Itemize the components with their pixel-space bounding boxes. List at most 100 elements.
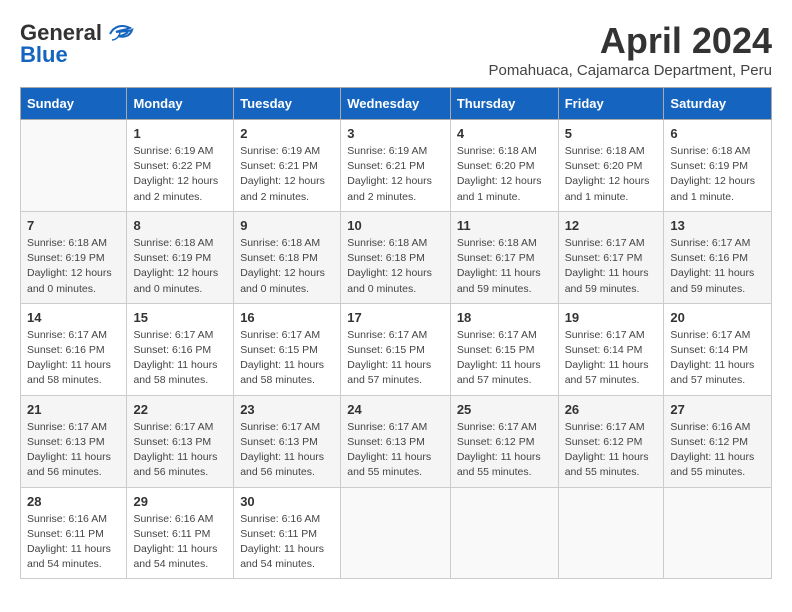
calendar-cell: 14 Sunrise: 6:17 AMSunset: 6:16 PMDaylig… [21,303,127,395]
day-number: 15 [133,310,227,325]
day-info: Sunrise: 6:17 AMSunset: 6:16 PMDaylight:… [27,328,120,389]
calendar-cell [558,487,664,579]
day-info: Sunrise: 6:17 AMSunset: 6:13 PMDaylight:… [27,420,120,481]
logo-bird-icon [106,22,134,44]
calendar-week-3: 14 Sunrise: 6:17 AMSunset: 6:16 PMDaylig… [21,303,772,395]
day-number: 8 [133,218,227,233]
day-number: 16 [240,310,334,325]
calendar-cell: 21 Sunrise: 6:17 AMSunset: 6:13 PMDaylig… [21,395,127,487]
calendar-cell: 3 Sunrise: 6:19 AMSunset: 6:21 PMDayligh… [341,120,451,212]
day-info: Sunrise: 6:17 AMSunset: 6:16 PMDaylight:… [670,236,765,297]
day-info: Sunrise: 6:16 AMSunset: 6:12 PMDaylight:… [670,420,765,481]
calendar-header: SundayMondayTuesdayWednesdayThursdayFrid… [21,88,772,120]
day-number: 22 [133,402,227,417]
day-info: Sunrise: 6:17 AMSunset: 6:16 PMDaylight:… [133,328,227,389]
calendar-cell: 20 Sunrise: 6:17 AMSunset: 6:14 PMDaylig… [664,303,772,395]
day-info: Sunrise: 6:17 AMSunset: 6:12 PMDaylight:… [457,420,552,481]
day-number: 28 [27,494,120,509]
calendar-cell: 17 Sunrise: 6:17 AMSunset: 6:15 PMDaylig… [341,303,451,395]
day-number: 3 [347,126,444,141]
day-info: Sunrise: 6:19 AMSunset: 6:21 PMDaylight:… [240,144,334,205]
day-number: 5 [565,126,658,141]
calendar-cell: 5 Sunrise: 6:18 AMSunset: 6:20 PMDayligh… [558,120,664,212]
calendar-week-4: 21 Sunrise: 6:17 AMSunset: 6:13 PMDaylig… [21,395,772,487]
day-number: 10 [347,218,444,233]
calendar-cell: 15 Sunrise: 6:17 AMSunset: 6:16 PMDaylig… [127,303,234,395]
day-number: 14 [27,310,120,325]
calendar-cell: 19 Sunrise: 6:17 AMSunset: 6:14 PMDaylig… [558,303,664,395]
calendar-cell: 12 Sunrise: 6:17 AMSunset: 6:17 PMDaylig… [558,211,664,303]
day-info: Sunrise: 6:18 AMSunset: 6:19 PMDaylight:… [133,236,227,297]
month-title: April 2024 [489,20,772,62]
day-number: 27 [670,402,765,417]
calendar-cell [21,120,127,212]
location-text: Pomahuaca, Cajamarca Department, Peru [489,62,772,79]
day-number: 26 [565,402,658,417]
day-info: Sunrise: 6:17 AMSunset: 6:14 PMDaylight:… [670,328,765,389]
day-number: 11 [457,218,552,233]
day-info: Sunrise: 6:17 AMSunset: 6:12 PMDaylight:… [565,420,658,481]
day-info: Sunrise: 6:18 AMSunset: 6:19 PMDaylight:… [670,144,765,205]
calendar-table: SundayMondayTuesdayWednesdayThursdayFrid… [20,87,772,579]
weekday-header-saturday: Saturday [664,88,772,120]
calendar-cell: 13 Sunrise: 6:17 AMSunset: 6:16 PMDaylig… [664,211,772,303]
calendar-cell: 16 Sunrise: 6:17 AMSunset: 6:15 PMDaylig… [234,303,341,395]
calendar-cell: 1 Sunrise: 6:19 AMSunset: 6:22 PMDayligh… [127,120,234,212]
calendar-cell: 28 Sunrise: 6:16 AMSunset: 6:11 PMDaylig… [21,487,127,579]
day-info: Sunrise: 6:17 AMSunset: 6:13 PMDaylight:… [240,420,334,481]
day-info: Sunrise: 6:17 AMSunset: 6:13 PMDaylight:… [347,420,444,481]
day-number: 24 [347,402,444,417]
day-number: 19 [565,310,658,325]
day-number: 25 [457,402,552,417]
page-header: General Blue April 2024 Pomahuaca, Cajam… [20,20,772,79]
weekday-header-monday: Monday [127,88,234,120]
calendar-cell: 18 Sunrise: 6:17 AMSunset: 6:15 PMDaylig… [450,303,558,395]
day-number: 2 [240,126,334,141]
day-number: 30 [240,494,334,509]
day-info: Sunrise: 6:16 AMSunset: 6:11 PMDaylight:… [240,512,334,573]
day-info: Sunrise: 6:18 AMSunset: 6:18 PMDaylight:… [347,236,444,297]
weekday-header-wednesday: Wednesday [341,88,451,120]
day-info: Sunrise: 6:16 AMSunset: 6:11 PMDaylight:… [27,512,120,573]
day-number: 4 [457,126,552,141]
day-info: Sunrise: 6:17 AMSunset: 6:17 PMDaylight:… [565,236,658,297]
calendar-cell [341,487,451,579]
day-info: Sunrise: 6:17 AMSunset: 6:15 PMDaylight:… [347,328,444,389]
day-number: 20 [670,310,765,325]
day-info: Sunrise: 6:18 AMSunset: 6:18 PMDaylight:… [240,236,334,297]
day-info: Sunrise: 6:18 AMSunset: 6:20 PMDaylight:… [565,144,658,205]
calendar-cell: 2 Sunrise: 6:19 AMSunset: 6:21 PMDayligh… [234,120,341,212]
logo-blue-text: Blue [20,42,68,68]
calendar-cell: 22 Sunrise: 6:17 AMSunset: 6:13 PMDaylig… [127,395,234,487]
day-info: Sunrise: 6:17 AMSunset: 6:13 PMDaylight:… [133,420,227,481]
calendar-cell: 25 Sunrise: 6:17 AMSunset: 6:12 PMDaylig… [450,395,558,487]
day-number: 6 [670,126,765,141]
calendar-week-2: 7 Sunrise: 6:18 AMSunset: 6:19 PMDayligh… [21,211,772,303]
day-number: 23 [240,402,334,417]
logo: General Blue [20,20,134,68]
title-area: April 2024 Pomahuaca, Cajamarca Departme… [489,20,772,79]
weekday-header-tuesday: Tuesday [234,88,341,120]
day-info: Sunrise: 6:19 AMSunset: 6:21 PMDaylight:… [347,144,444,205]
calendar-cell: 4 Sunrise: 6:18 AMSunset: 6:20 PMDayligh… [450,120,558,212]
day-number: 9 [240,218,334,233]
calendar-cell: 24 Sunrise: 6:17 AMSunset: 6:13 PMDaylig… [341,395,451,487]
weekday-header-sunday: Sunday [21,88,127,120]
calendar-cell: 27 Sunrise: 6:16 AMSunset: 6:12 PMDaylig… [664,395,772,487]
day-info: Sunrise: 6:17 AMSunset: 6:15 PMDaylight:… [457,328,552,389]
calendar-cell: 7 Sunrise: 6:18 AMSunset: 6:19 PMDayligh… [21,211,127,303]
day-info: Sunrise: 6:17 AMSunset: 6:14 PMDaylight:… [565,328,658,389]
calendar-cell: 6 Sunrise: 6:18 AMSunset: 6:19 PMDayligh… [664,120,772,212]
day-number: 21 [27,402,120,417]
day-info: Sunrise: 6:18 AMSunset: 6:17 PMDaylight:… [457,236,552,297]
day-info: Sunrise: 6:19 AMSunset: 6:22 PMDaylight:… [133,144,227,205]
day-info: Sunrise: 6:16 AMSunset: 6:11 PMDaylight:… [133,512,227,573]
calendar-cell: 10 Sunrise: 6:18 AMSunset: 6:18 PMDaylig… [341,211,451,303]
calendar-cell: 23 Sunrise: 6:17 AMSunset: 6:13 PMDaylig… [234,395,341,487]
calendar-cell: 29 Sunrise: 6:16 AMSunset: 6:11 PMDaylig… [127,487,234,579]
calendar-week-5: 28 Sunrise: 6:16 AMSunset: 6:11 PMDaylig… [21,487,772,579]
day-number: 13 [670,218,765,233]
calendar-cell: 8 Sunrise: 6:18 AMSunset: 6:19 PMDayligh… [127,211,234,303]
day-number: 12 [565,218,658,233]
day-number: 17 [347,310,444,325]
